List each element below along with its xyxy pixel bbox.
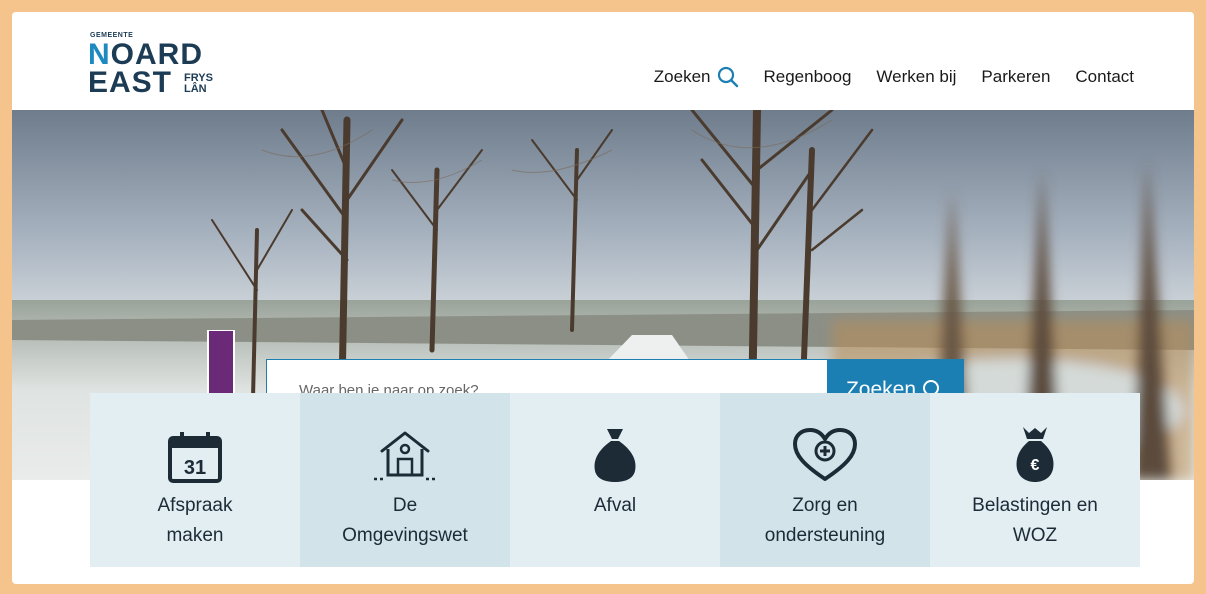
svg-text:31: 31: [184, 457, 206, 479]
nav-search-link[interactable]: Zoeken: [654, 66, 739, 88]
garbage-bag-icon: [594, 429, 636, 482]
tile-label: Belastingen en WOZ: [972, 495, 1098, 546]
nav-contact-link[interactable]: Contact: [1075, 67, 1134, 87]
quick-links: 31 Afspraak maken De Omgevingswet Afval …: [90, 393, 1140, 567]
calendar-icon: 31: [168, 432, 222, 483]
logo-line2: EAST: [88, 66, 173, 99]
tile-label: De Omgevingswet: [342, 495, 468, 546]
site-logo[interactable]: GEMEENTE NOARD EAST FRYS LÂN: [86, 32, 226, 102]
tile-afspraak-maken[interactable]: 31 Afspraak maken: [90, 393, 300, 567]
tile-label: Afval: [593, 495, 637, 516]
house-icon: [374, 431, 436, 481]
money-bag-icon: €: [1016, 427, 1054, 482]
nav-werken-bij-link[interactable]: Werken bij: [876, 67, 956, 87]
site-header: GEMEENTE NOARD EAST FRYS LÂN Zoeken Rege…: [12, 12, 1194, 110]
tile-label: Zorg en ondersteuning: [764, 495, 886, 546]
svg-text:€: €: [1031, 457, 1040, 474]
main-nav: Zoeken Regenboog Werken bij Parkeren Con…: [654, 66, 1134, 88]
nav-parkeren-link[interactable]: Parkeren: [981, 67, 1050, 87]
search-icon: [717, 66, 738, 88]
heart-plus-icon: [793, 428, 857, 481]
nav-search-label: Zoeken: [653, 67, 711, 86]
tile-afval[interactable]: Afval: [510, 393, 720, 567]
tile-zorg[interactable]: Zorg en ondersteuning: [720, 393, 930, 567]
tile-belastingen[interactable]: € Belastingen en WOZ: [930, 393, 1140, 567]
tile-label: Afspraak maken: [157, 495, 233, 546]
nav-regenboog-link[interactable]: Regenboog: [764, 67, 852, 87]
page-frame: GEMEENTE NOARD EAST FRYS LÂN Zoeken Rege…: [12, 12, 1194, 584]
logo-suffix: FRYS LÂN: [184, 72, 213, 95]
tile-omgevingswet[interactable]: De Omgevingswet: [300, 393, 510, 567]
